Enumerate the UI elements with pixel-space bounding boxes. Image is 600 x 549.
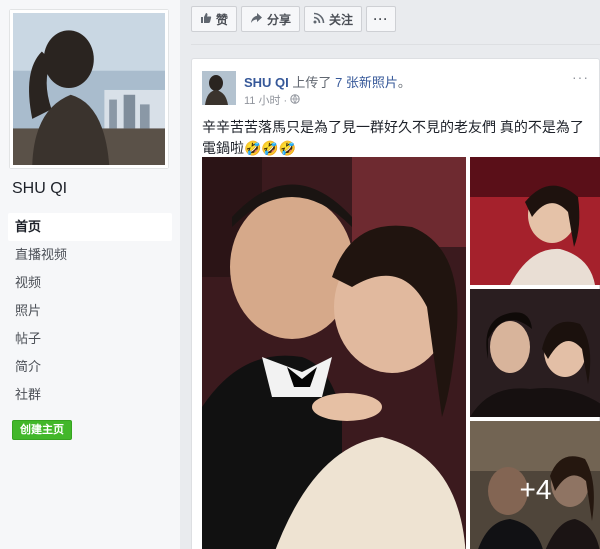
page-name[interactable]: SHU QI [12,180,67,198]
post-text: 辛辛苦苦落馬只是為了見一群好久不見的老友們 真的不是為了電鍋啦🤣🤣🤣 [202,119,584,156]
page-nav: 首页 直播视频 视频 照片 帖子 简介 社群 [8,213,172,409]
share-arrow-icon [250,12,263,27]
left-sidebar: SHU QI 首页 直播视频 视频 照片 帖子 简介 社群 创建主页 [0,0,180,549]
share-button[interactable]: 分享 [241,6,301,32]
post-header-period: 。 [397,75,411,90]
page-action-bar: 赞 分享 关注 ··· [191,6,397,32]
profile-picture[interactable] [10,10,168,168]
nav-item-live-videos[interactable]: 直播视频 [8,241,172,269]
new-photos-link[interactable]: 7 张新照片 [335,75,398,90]
more-button[interactable]: ··· [366,6,397,32]
like-button[interactable]: 赞 [191,6,238,32]
post-options-icon[interactable]: ··· [572,69,589,85]
nav-item-posts[interactable]: 帖子 [8,325,172,353]
share-label: 分享 [267,12,292,27]
previous-post-edge [191,40,600,48]
profile-photo-image [13,13,165,165]
post-author-link[interactable]: SHU QI [244,75,289,90]
photo-thumbnail-1[interactable] [470,157,600,285]
like-label: 赞 [216,12,229,27]
globe-icon [290,94,300,107]
create-page-button[interactable]: 创建主页 [12,420,72,440]
follow-label: 关注 [329,12,354,27]
photo-thumbnail-2[interactable] [470,289,600,417]
nav-item-home[interactable]: 首页 [8,213,172,241]
more-photos-overlay[interactable]: +4 [470,421,600,549]
nav-item-about[interactable]: 简介 [8,353,172,381]
post-header: SHU QI 上传了 7 张新照片。 [244,72,411,91]
nav-item-community[interactable]: 社群 [8,381,172,409]
nav-item-photos[interactable]: 照片 [8,297,172,325]
thumbs-up-icon [200,12,212,27]
photo-grid: +4 [202,157,600,549]
follow-button[interactable]: 关注 [304,6,363,32]
post-timestamp-text: 11 小时 · [244,95,288,107]
nav-item-videos[interactable]: 视频 [8,269,172,297]
author-avatar[interactable] [202,71,236,105]
rss-icon [313,12,325,27]
post-timestamp[interactable]: 11 小时 · [244,92,300,108]
photo-main[interactable] [202,157,466,549]
more-icon: ··· [373,12,389,26]
post-action-text: 上传了 [292,75,332,90]
post-card: SHU QI 上传了 7 张新照片。 11 小时 · ··· 辛辛苦苦落馬只是為… [191,58,600,549]
